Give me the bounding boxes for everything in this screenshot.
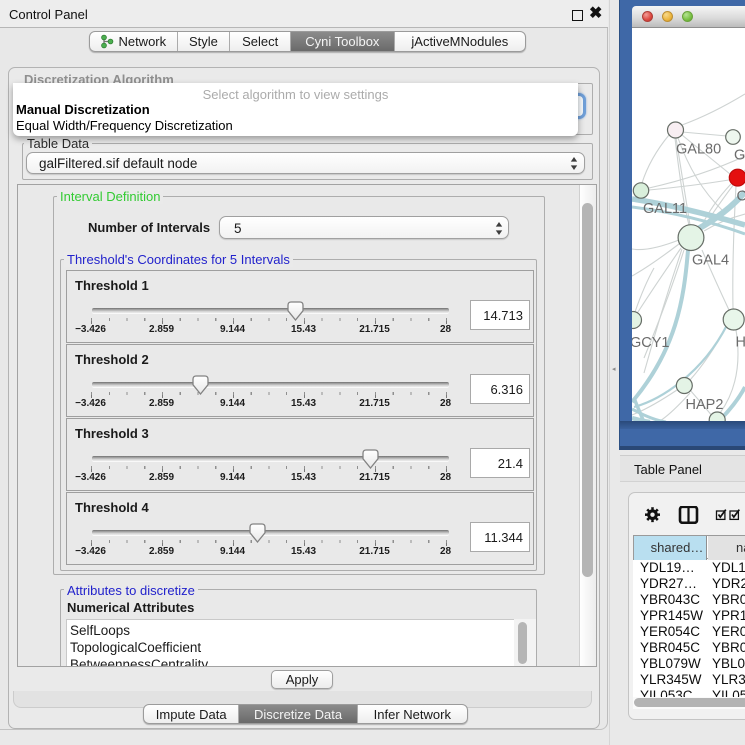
svg-text:GCY1: GCY1 xyxy=(632,335,670,351)
svg-text:GAL4: GAL4 xyxy=(692,253,729,269)
svg-text:GAL11: GAL11 xyxy=(643,201,687,217)
svg-text:G.: G. xyxy=(734,148,745,164)
svg-text:C: C xyxy=(737,189,745,205)
svg-text:GAL80: GAL80 xyxy=(676,142,721,158)
svg-text:H: H xyxy=(736,335,745,351)
svg-text:HAP2: HAP2 xyxy=(686,397,724,413)
